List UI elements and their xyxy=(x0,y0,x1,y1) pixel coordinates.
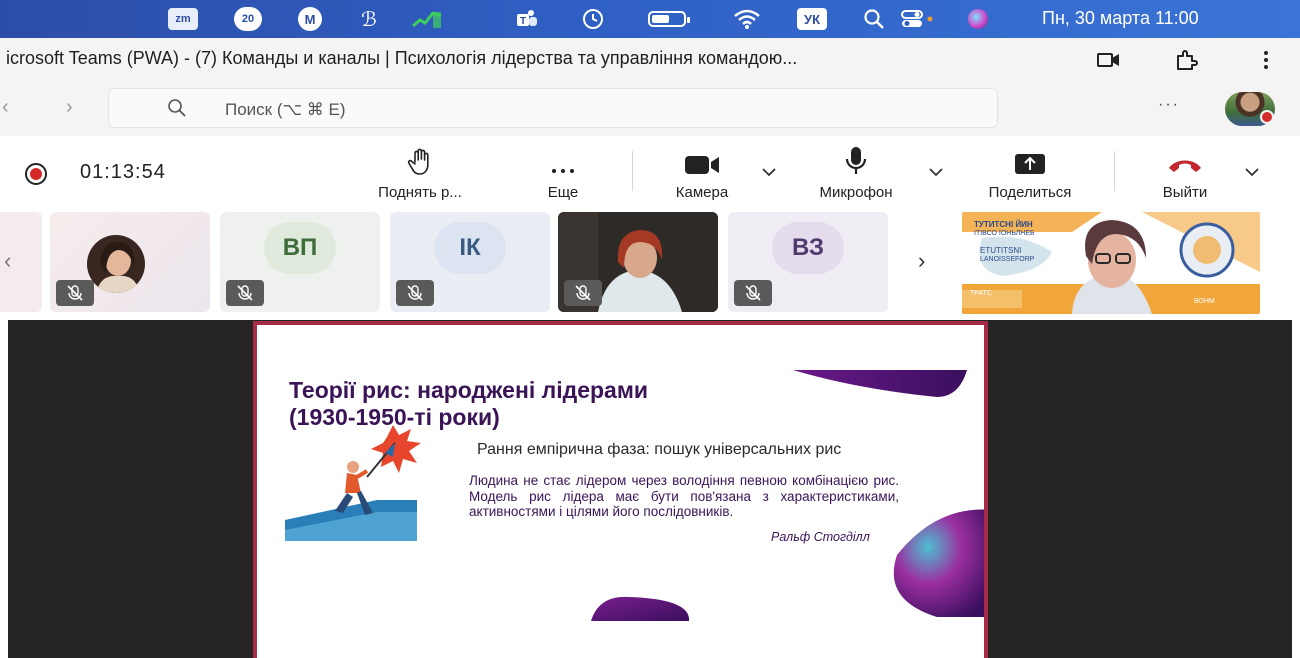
microphone-muted-icon xyxy=(564,280,602,306)
more-actions-button[interactable]: Еще xyxy=(529,146,597,202)
camera-app-icon[interactable] xyxy=(1093,46,1125,74)
search-icon xyxy=(168,99,186,117)
share-label: Поделиться xyxy=(988,184,1072,201)
shared-slide: Теорії рис: народжені лідерами (1930-195… xyxy=(253,321,988,658)
participant-initials: ВП xyxy=(264,222,336,274)
slide-subtitle: Рання емпірична фаза: пошук універсальни… xyxy=(477,441,842,458)
strip-prev-arrow-icon[interactable]: ‹ xyxy=(4,248,11,274)
microphone-label: Микрофон xyxy=(819,184,893,201)
video-camera-icon xyxy=(683,146,721,176)
back-arrow-icon[interactable]: ‹ xyxy=(2,96,9,119)
slide-body-text: Людина не стає лідером через володіння п… xyxy=(469,473,899,519)
wifi-icon[interactable] xyxy=(730,7,764,31)
teams-icon[interactable]: T xyxy=(514,7,540,31)
spotlight-search-icon[interactable] xyxy=(862,7,886,31)
microphone-muted-icon xyxy=(226,280,264,306)
presence-status-badge xyxy=(1260,110,1274,124)
banner-text-3: ЕТUTITSNI xyxy=(980,246,1022,255)
meeting-timer: 01:13:54 xyxy=(80,161,166,183)
divider xyxy=(632,151,633,191)
mail-m-icon[interactable]: M xyxy=(298,7,322,31)
strip-next-arrow-icon[interactable]: › xyxy=(918,248,925,274)
banner-text-2: ІТІВСО ЇОНЬЛНЕБ xyxy=(974,230,1035,237)
participant-initials: ВЗ xyxy=(772,222,844,274)
raise-hand-icon xyxy=(407,146,433,176)
leave-button[interactable]: Выйти xyxy=(1140,146,1230,202)
camera-button[interactable]: Камера xyxy=(656,146,748,202)
participant-strip: ‹ ВП ІК ВЗ › ТУТИТСНІ ЙИН ІТІВСО ЇОНЬЛНЕ… xyxy=(0,206,1300,316)
participant-tile[interactable]: ВП xyxy=(220,212,380,312)
leave-label: Выйти xyxy=(1162,184,1208,201)
slide-title-line-1: Теорії рис: народжені лідерами xyxy=(289,377,649,403)
more-actions-label: Еще xyxy=(547,184,579,201)
banner-text-4: LANOISSEFORP xyxy=(980,256,1035,263)
microphone-button[interactable]: Микрофон xyxy=(798,146,914,202)
participant-video-tile[interactable] xyxy=(558,212,718,312)
participant-initials: ІК xyxy=(434,222,506,274)
microphone-options-chevron-icon[interactable] xyxy=(928,166,944,178)
meeting-controls-bar: 01:13:54 Поднять р... Еще Камера Микрофо… xyxy=(0,136,1300,206)
banner-text-5: ТРАТС xyxy=(970,290,992,297)
control-center-icon[interactable] xyxy=(898,7,938,31)
microphone-muted-icon xyxy=(734,280,772,306)
more-options-button[interactable]: ··· xyxy=(1158,96,1180,114)
camera-options-chevron-icon[interactable] xyxy=(761,166,777,178)
forward-arrow-icon[interactable]: › xyxy=(66,96,73,119)
search-input[interactable]: Поиск (⌥ ⌘ E) xyxy=(108,88,998,128)
slide-title-line-2: (1930-1950-ті роки) xyxy=(289,404,500,430)
teams-meeting-window: zm 20 M ℬ T УК Пн, 30 марта 11:00 icroso… xyxy=(0,0,1300,658)
slide-quote-author: Ральф Стогділл xyxy=(771,530,870,544)
raise-hand-label: Поднять р... xyxy=(378,184,462,201)
menu-bar-clock[interactable]: Пн, 30 марта 11:00 xyxy=(1042,8,1199,29)
browser-title-bar: icrosoft Teams (PWA) - (7) Команды и кан… xyxy=(0,38,1300,82)
microphone-muted-icon xyxy=(396,280,434,306)
battery-icon[interactable] xyxy=(645,7,690,31)
input-language[interactable]: УК xyxy=(797,8,827,30)
ellipsis-icon xyxy=(550,146,576,176)
slide-title: Теорії рис: народжені лідерами (1930-195… xyxy=(289,377,648,431)
participant-tile[interactable]: ВЗ xyxy=(728,212,888,312)
share-button[interactable]: Поделиться xyxy=(964,146,1096,202)
leave-options-chevron-icon[interactable] xyxy=(1244,166,1260,178)
teams-search-row: ‹ › Поиск (⌥ ⌘ E) ··· xyxy=(0,82,1300,136)
banner-text-1: ТУТИТСНІ ЙИН xyxy=(974,220,1033,229)
zoom-icon[interactable]: zm xyxy=(168,8,198,30)
banner-text-6: ВОНМ xyxy=(1194,298,1215,305)
raise-hand-button[interactable]: Поднять р... xyxy=(365,146,475,202)
microphone-icon xyxy=(844,146,868,176)
script-b-icon[interactable]: ℬ xyxy=(357,7,381,31)
calendar-badge-icon[interactable]: 20 xyxy=(234,7,262,31)
hang-up-icon xyxy=(1166,146,1204,176)
kebab-menu-icon[interactable] xyxy=(1250,46,1282,74)
stock-chart-icon[interactable] xyxy=(410,7,444,31)
siri-icon[interactable] xyxy=(965,7,991,31)
time-machine-icon[interactable] xyxy=(580,7,606,31)
window-title: icrosoft Teams (PWA) - (7) Команды и кан… xyxy=(6,48,798,68)
macos-menu-bar: zm 20 M ℬ T УК Пн, 30 марта 11:00 xyxy=(0,0,1300,38)
svg-text:T: T xyxy=(520,16,526,27)
participant-tile[interactable]: ІК xyxy=(390,212,550,312)
microphone-muted-icon xyxy=(56,280,94,306)
share-screen-icon xyxy=(1013,146,1047,176)
extensions-icon[interactable] xyxy=(1170,46,1202,74)
presenter-video[interactable]: ТУТИТСНІ ЙИН ІТІВСО ЇОНЬЛНЕБ ЕТUTITSNI L… xyxy=(962,212,1260,314)
recording-indicator-icon xyxy=(25,163,47,185)
search-placeholder: Поиск (⌥ ⌘ E) xyxy=(225,100,346,119)
participant-tile[interactable] xyxy=(50,212,210,312)
camera-label: Камера xyxy=(675,184,729,201)
divider xyxy=(1114,151,1115,191)
